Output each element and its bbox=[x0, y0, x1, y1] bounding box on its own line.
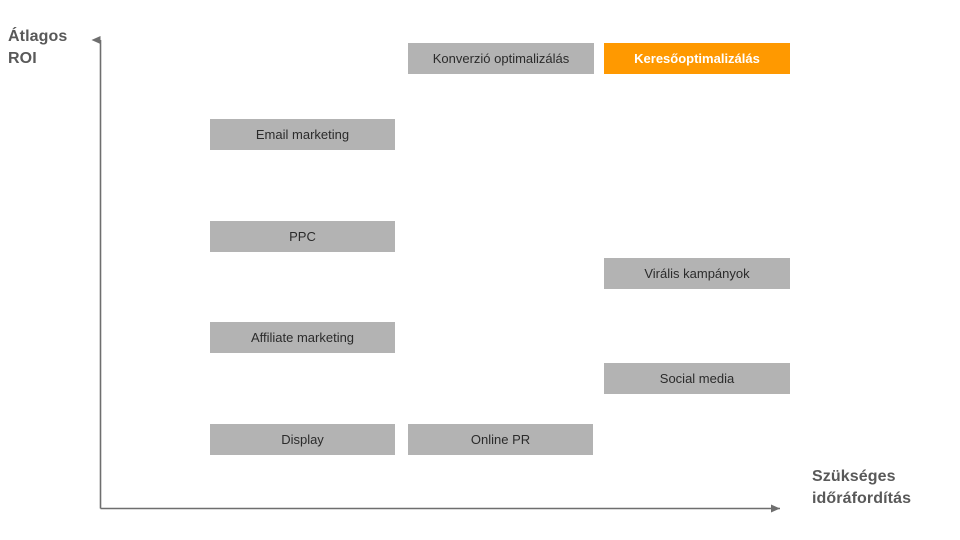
y-axis-label: Átlagos ROI bbox=[8, 28, 68, 67]
channel-box[interactable]: Social media bbox=[604, 363, 790, 394]
chart-axes bbox=[91, 36, 780, 513]
channel-box[interactable]: Email marketing bbox=[210, 119, 395, 150]
x-axis-label: Szükséges időráfordítás bbox=[812, 468, 912, 507]
channel-box[interactable]: Virális kampányok bbox=[604, 258, 790, 289]
channel-box[interactable]: Keresőoptimalizálás bbox=[604, 43, 790, 74]
channel-box[interactable]: PPC bbox=[210, 221, 395, 252]
channel-box[interactable]: Display bbox=[210, 424, 395, 455]
roi-effort-matrix-chart: Átlagos ROI Szükséges időráfordítás Konv… bbox=[0, 0, 960, 540]
channel-box[interactable]: Konverzió optimalizálás bbox=[408, 43, 594, 74]
channel-box[interactable]: Affiliate marketing bbox=[210, 322, 395, 353]
channel-box[interactable]: Online PR bbox=[408, 424, 593, 455]
